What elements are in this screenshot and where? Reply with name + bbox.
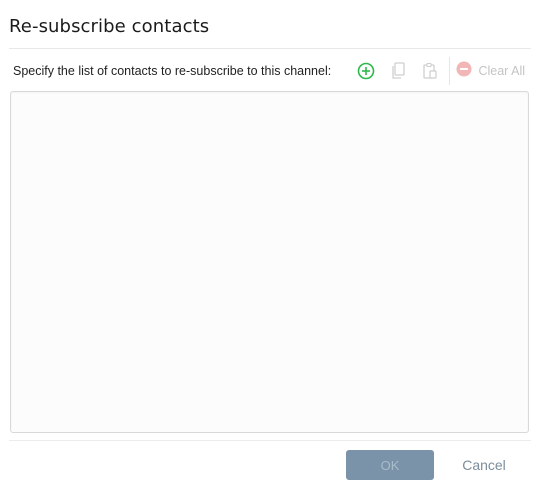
add-contact-button[interactable] — [353, 58, 379, 84]
copy-button[interactable] — [385, 58, 411, 84]
dialog-title: Re-subscribe contacts — [9, 16, 210, 37]
toolbar-separator — [449, 57, 451, 85]
title-divider — [9, 48, 531, 49]
resubscribe-dialog: Re-subscribe contacts Specify the list o… — [0, 0, 538, 492]
clear-all-label: Clear All — [478, 64, 525, 78]
add-circle-icon — [357, 62, 375, 80]
paste-icon — [422, 62, 438, 80]
remove-circle-icon — [456, 61, 472, 82]
copy-icon — [390, 62, 406, 80]
clear-all-button[interactable]: Clear All — [456, 61, 525, 82]
contacts-toolbar: Specify the list of contacts to re-subsc… — [9, 56, 531, 86]
footer-divider — [9, 440, 531, 441]
ok-button[interactable]: OK — [346, 450, 434, 480]
instruction-text: Specify the list of contacts to re-subsc… — [13, 64, 332, 78]
contacts-list-input[interactable] — [10, 91, 529, 433]
paste-button[interactable] — [417, 58, 443, 84]
cancel-button[interactable]: Cancel — [450, 450, 518, 480]
